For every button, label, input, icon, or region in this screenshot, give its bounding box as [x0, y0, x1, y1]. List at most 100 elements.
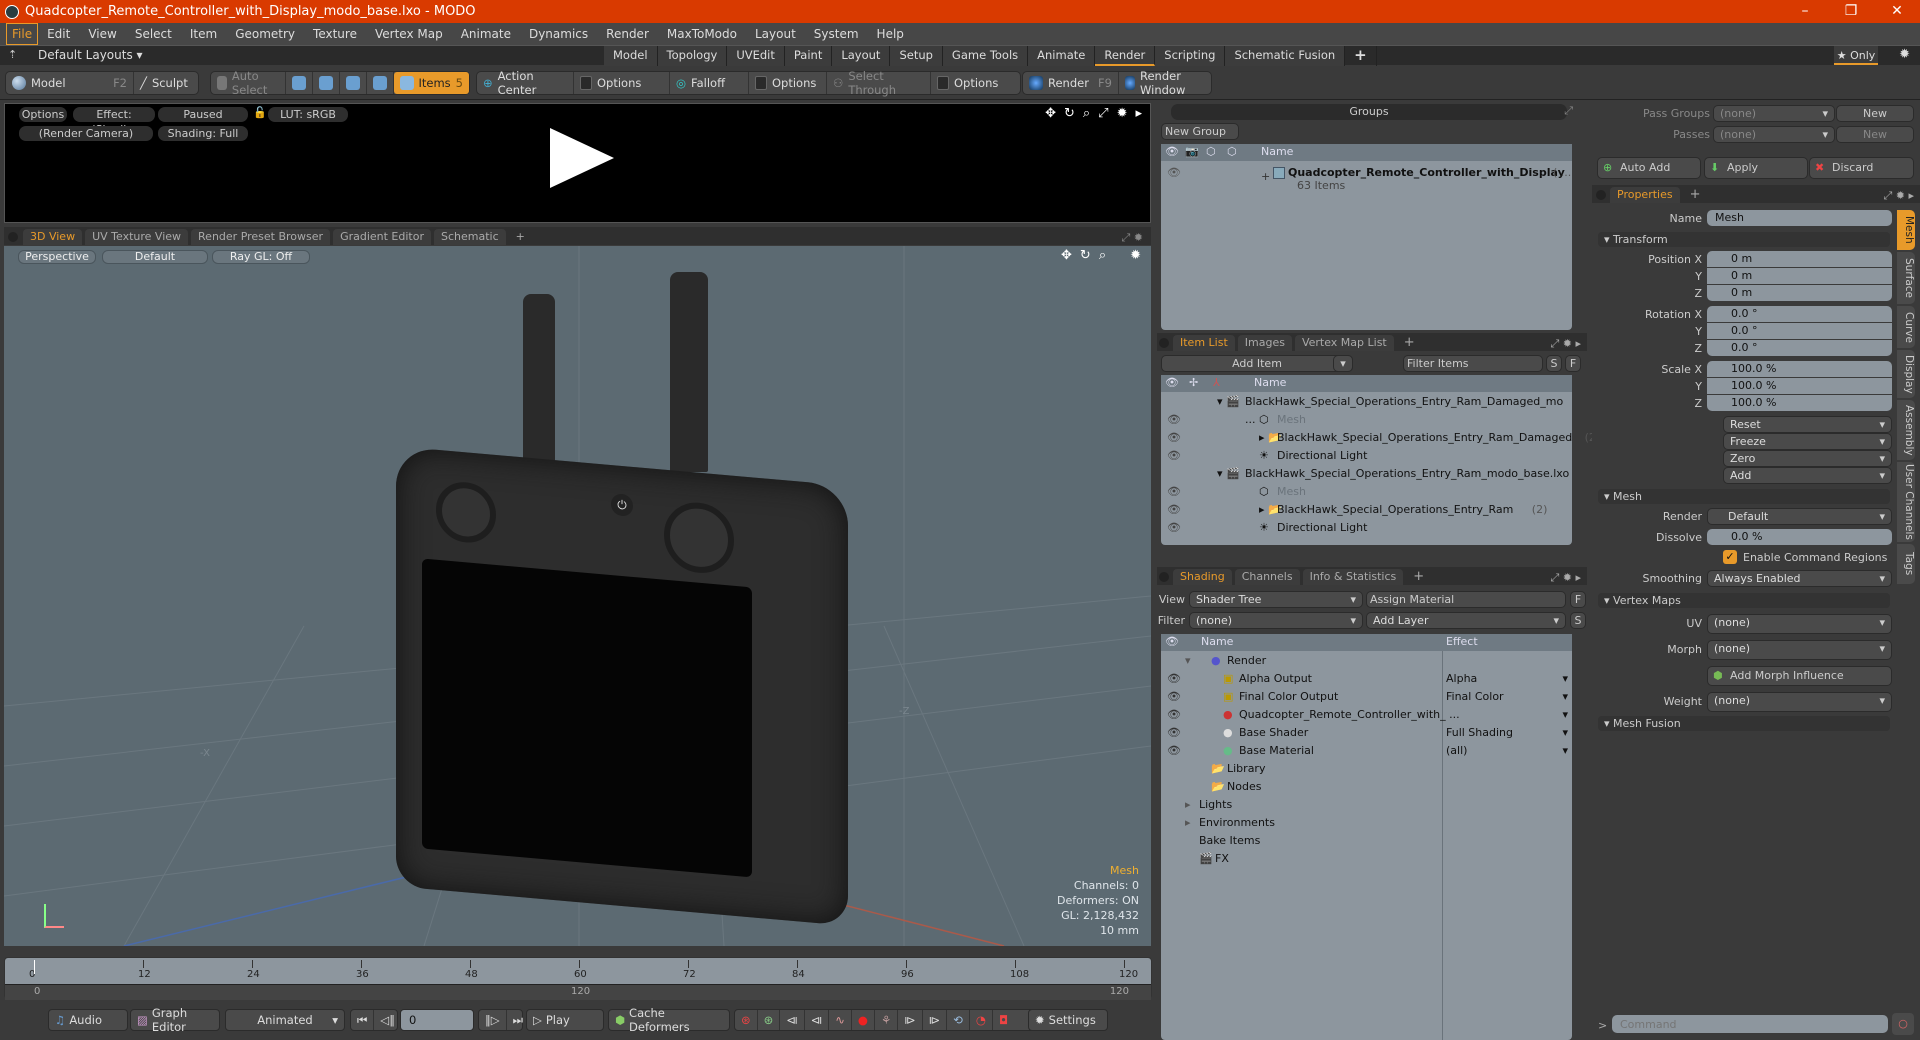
visibility-eye-icon[interactable]: 👁 [1167, 501, 1181, 519]
layout-tab-layout[interactable]: Layout [832, 46, 891, 66]
perspective-dropdown[interactable]: Perspective [18, 250, 96, 264]
item-list-row[interactable]: 👁 ⬡ Mesh [1161, 411, 1572, 429]
auto-add-button[interactable]: ⊕ Auto Add [1597, 157, 1701, 179]
default-layouts-dropdown[interactable]: Default Layouts ▾ [38, 48, 143, 62]
discard-button[interactable]: ✖ Discard [1809, 157, 1914, 179]
default-dropdown[interactable]: Default [102, 250, 208, 264]
menu-dynamics[interactable]: Dynamics [520, 24, 597, 44]
raygl-toggle[interactable]: Ray GL: Off [212, 250, 310, 264]
delete-key-icon[interactable]: ◘ [993, 1010, 1014, 1030]
layout-arrow-icon[interactable]: ⇡ [8, 48, 17, 61]
add-tab-button[interactable]: + [1406, 569, 1431, 585]
transform-value-field[interactable]: 0.0 ° [1707, 306, 1892, 322]
menu-system[interactable]: System [805, 24, 868, 44]
shader-tree-row[interactable]: 📂 Nodes [1161, 778, 1572, 796]
side-tab-curve[interactable]: Curve [1897, 306, 1915, 348]
layout-tab-uvedit[interactable]: UVEdit [727, 46, 785, 66]
side-tab-display[interactable]: Display [1897, 350, 1915, 398]
new-group-button[interactable]: New Group [1161, 123, 1239, 140]
shader-tree-row[interactable]: 🎬 FX [1161, 850, 1572, 868]
tab-info-statistics[interactable]: Info & Statistics [1302, 569, 1404, 585]
menu-view[interactable]: View [79, 24, 125, 44]
visibility-eye-icon[interactable]: 👁 [1167, 164, 1181, 182]
side-tab-mesh[interactable]: Mesh [1897, 210, 1915, 250]
select-through-options-button[interactable]: Options [931, 72, 1004, 94]
new-pass-group-button[interactable]: New [1836, 105, 1914, 122]
tab-item-list[interactable]: Item List [1173, 335, 1235, 351]
shader-tree-row[interactable]: 👁 ● Base Shader Full Shading ▾ [1161, 724, 1572, 742]
tab-shading[interactable]: Shading [1173, 569, 1232, 585]
record-icon[interactable]: ● [852, 1010, 875, 1030]
side-tab-user-channels[interactable]: User Channels [1897, 462, 1915, 542]
maximize-icon[interactable]: ⤢ [1564, 104, 1573, 118]
sculpt-button[interactable]: ╱ Sculpt [134, 72, 194, 94]
expand-arrow-icon[interactable]: ▸ [1185, 814, 1191, 832]
transform-value-field[interactable]: 100.0 % [1707, 361, 1892, 377]
render-window-button[interactable]: Render Window [1119, 69, 1211, 97]
shader-tree-row[interactable]: 📂 Library [1161, 760, 1572, 778]
dissolve-field[interactable]: 0.0 % [1707, 529, 1892, 545]
filter-items-input[interactable]: Filter Items [1403, 355, 1543, 372]
step-forward-icon[interactable]: ‖▷ [479, 1010, 507, 1030]
preview-options-button[interactable]: Options [19, 107, 67, 122]
tab-3d-view[interactable]: 3D View [23, 229, 83, 245]
chevron-down-icon[interactable]: ▾ [1562, 742, 1568, 760]
menu-maxtomodo[interactable]: MaxToModo [658, 24, 746, 44]
add-item-dropdown[interactable]: ▾ [1333, 355, 1353, 372]
visibility-eye-icon[interactable]: 👁 [1167, 706, 1181, 724]
transform-value-field[interactable]: 0 m [1707, 251, 1892, 267]
shading-dropdown[interactable]: Shading: Full [158, 126, 248, 141]
tab-images[interactable]: Images [1237, 335, 1292, 351]
add-viewport-tab-button[interactable]: + [509, 229, 532, 245]
panel-options-icons[interactable]: ⤢ ✹ ▸ [1550, 337, 1581, 351]
panel-options-icons[interactable]: ⤢ ✹ ▸ [1883, 189, 1914, 203]
pan-icon[interactable]: ✥ [1061, 248, 1072, 263]
menu-animate[interactable]: Animate [452, 24, 520, 44]
effect-value[interactable]: Alpha [1446, 670, 1477, 688]
menu-edit[interactable]: Edit [38, 24, 79, 44]
visibility-eye-icon[interactable]: 👁 [1167, 724, 1181, 742]
tab-channels[interactable]: Channels [1234, 569, 1300, 585]
reset-dropdown[interactable]: Reset [1723, 416, 1892, 433]
pan-icon[interactable]: ✥ [1045, 106, 1056, 121]
visibility-eye-icon[interactable]: 👁 [1167, 519, 1181, 537]
menu-file[interactable]: File [6, 23, 39, 45]
freeze-dropdown[interactable]: Freeze [1723, 433, 1892, 450]
zoom-icon[interactable]: ⌕ [1099, 248, 1106, 263]
select-polygons-button[interactable] [340, 72, 367, 94]
transform-value-field[interactable]: 0 m [1707, 268, 1892, 284]
auto-key-icon[interactable]: ∿ [829, 1010, 852, 1030]
timeline[interactable]: 0 12 24 36 48 60 72 84 96 108 120 0 120 120 [4, 957, 1152, 1000]
menu-render[interactable]: Render [597, 24, 658, 44]
name-field[interactable]: Mesh [1707, 210, 1892, 226]
lock-icon[interactable]: 🔓 [253, 106, 267, 119]
layout-tab-game-tools[interactable]: Game Tools [942, 46, 1029, 66]
model-mode-button[interactable]: Model F2 [6, 72, 134, 94]
record-macro-icon[interactable]: ○ [1892, 1013, 1914, 1035]
layout-tab-render[interactable]: Render [1095, 46, 1156, 66]
shader-tree-row[interactable]: 👁 ▣ Alpha Output Alpha ▾ [1161, 670, 1572, 688]
action-center-options-button[interactable]: Options [574, 72, 670, 94]
shading-s-button[interactable]: S [1570, 612, 1586, 629]
apply-button[interactable]: ⬇ Apply [1704, 157, 1808, 179]
filter-f-button[interactable]: F [1565, 355, 1581, 372]
transform-value-field[interactable]: 0 m [1707, 285, 1892, 301]
side-tab-tags[interactable]: Tags [1897, 544, 1915, 584]
filter-dropdown[interactable]: (none) [1189, 612, 1363, 629]
shader-tree-row[interactable]: ▾ ● Render [1161, 652, 1572, 670]
visibility-eye-icon[interactable]: 👁 [1167, 483, 1181, 501]
pass-groups-dropdown[interactable]: (none) [1713, 105, 1835, 122]
close-button[interactable]: ✕ [1874, 0, 1920, 23]
gear-icon[interactable]: ✹ [1117, 106, 1128, 121]
set-key-icon[interactable]: ◔ [970, 1010, 993, 1030]
play-icon[interactable] [550, 128, 614, 188]
visibility-eye-icon[interactable]: 👁 [1167, 670, 1181, 688]
transform-section[interactable]: ▾ Transform [1598, 232, 1890, 247]
range-bar[interactable]: 0 120 120 [5, 984, 1151, 1000]
add-morph-influence-button[interactable]: ⬢ Add Morph Influence [1707, 666, 1892, 686]
action-center-button[interactable]: ⊕ Action Center [477, 69, 574, 97]
minimize-button[interactable]: – [1782, 0, 1828, 23]
layout-tab-topology[interactable]: Topology [657, 46, 728, 66]
maximize-button[interactable]: ❐ [1828, 0, 1874, 23]
select-edges-button[interactable] [313, 72, 340, 94]
